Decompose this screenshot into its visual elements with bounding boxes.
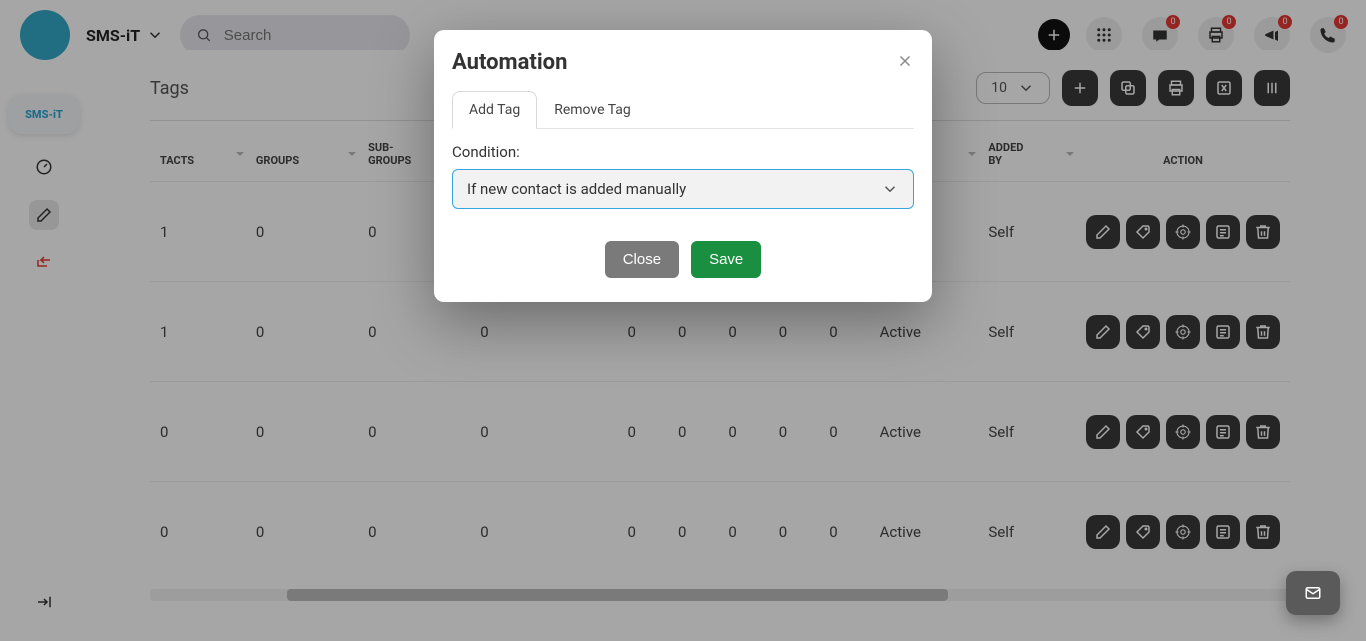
modal-tabs: Add Tag Remove Tag <box>452 91 914 129</box>
modal-title: Automation <box>452 50 567 75</box>
condition-select[interactable]: If new contact is added manually <box>452 169 914 209</box>
condition-label: Condition: <box>452 143 914 161</box>
chevron-down-icon <box>881 180 899 198</box>
save-button[interactable]: Save <box>691 241 761 278</box>
automation-modal: Automation Add Tag Remove Tag Condition:… <box>434 30 932 302</box>
tab-add-tag[interactable]: Add Tag <box>452 91 537 129</box>
tab-remove-tag[interactable]: Remove Tag <box>537 91 648 129</box>
close-button[interactable]: Close <box>605 241 679 278</box>
mail-icon <box>1304 584 1322 602</box>
modal-close-button[interactable] <box>896 51 914 75</box>
close-icon <box>896 52 914 70</box>
help-bubble[interactable] <box>1286 571 1340 615</box>
condition-value: If new contact is added manually <box>467 180 686 198</box>
